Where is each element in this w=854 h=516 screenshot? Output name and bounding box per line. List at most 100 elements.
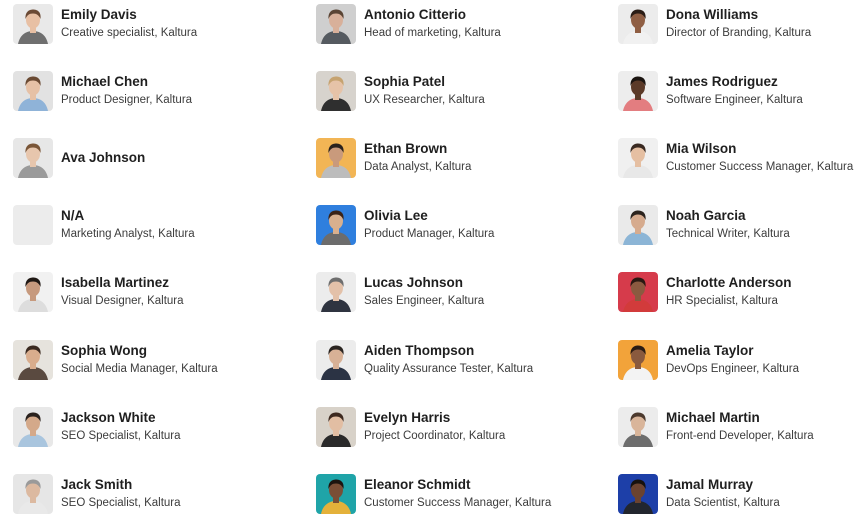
person-role: Visual Designer, Kaltura [61, 295, 184, 307]
avatar [316, 340, 356, 380]
person-card-aiden-thompson[interactable]: Aiden Thompson Quality Assurance Tester, … [316, 338, 533, 382]
avatar [316, 71, 356, 111]
person-text: Isabella Martinez Visual Designer, Kaltur… [61, 274, 184, 310]
avatar [618, 138, 658, 178]
person-name: Noah Garcia [666, 208, 746, 223]
person-card-sophia-patel[interactable]: Sophia Patel UX Researcher, Kaltura [316, 69, 485, 113]
person-card-jackson-white[interactable]: Jackson White SEO Specialist, Kaltura [13, 405, 181, 449]
person-card-charlotte-anderson[interactable]: Charlotte Anderson HR Specialist, Kaltura [618, 270, 792, 314]
person-role: SEO Specialist, Kaltura [61, 497, 181, 509]
person-role: Social Media Manager, Kaltura [61, 363, 218, 375]
person-text: Evelyn Harris Project Coordinator, Kaltur… [364, 409, 505, 445]
person-name: Michael Chen [61, 74, 149, 89]
person-name: Mia Wilson [666, 141, 737, 156]
person-text: Sophia Wong Social Media Manager, Kaltura [61, 342, 218, 378]
avatar [316, 205, 356, 245]
avatar [13, 138, 53, 178]
person-role: DevOps Engineer, Kaltura [666, 363, 799, 375]
person-role: Customer Success Manager, Kaltura [364, 497, 552, 509]
person-card-michael-chen[interactable]: Michael Chen Product Designer, Kaltura [13, 69, 192, 113]
person-role: Marketing Analyst, Kaltura [61, 228, 195, 240]
avatar [13, 474, 53, 514]
person-card-james-rodriguez[interactable]: James Rodriguez Software Engineer, Kaltur… [618, 69, 803, 113]
person-card-na-9[interactable]: N/A Marketing Analyst, Kaltura [13, 203, 195, 247]
avatar [618, 272, 658, 312]
person-name: Dona Williams [666, 7, 759, 22]
person-name: Emily Davis [61, 7, 137, 22]
person-card-jack-smith[interactable]: Jack Smith SEO Specialist, Kaltura [13, 472, 181, 516]
person-role: Head of marketing, Kaltura [364, 27, 501, 39]
person-role: Front-end Developer, Kaltura [666, 430, 814, 442]
person-card-olivia-lee[interactable]: Olivia Lee Product Manager, Kaltura [316, 203, 494, 247]
person-card-ethan-brown[interactable]: Ethan Brown Data Analyst, Kaltura [316, 136, 471, 180]
person-text: Eleanor Schmidt Customer Success Manager,… [364, 476, 551, 512]
avatar [316, 272, 356, 312]
person-name: James Rodriguez [666, 74, 778, 89]
person-text: Michael Chen Product Designer, Kaltura [61, 73, 192, 109]
person-name: Charlotte Anderson [666, 275, 792, 290]
person-card-ava-johnson[interactable]: Ava Johnson [13, 136, 145, 180]
person-name: Jamal Murray [666, 477, 754, 492]
person-card-michael-martin[interactable]: Michael Martin Front-end Developer, Kaltu… [618, 405, 814, 449]
person-role: HR Specialist, Kaltura [666, 295, 778, 307]
person-text: Amelia Taylor DevOps Engineer, Kaltura [666, 342, 799, 378]
person-role: Product Designer, Kaltura [61, 94, 193, 106]
avatar [13, 340, 53, 380]
person-role: Product Manager, Kaltura [364, 228, 495, 240]
person-role: Data Scientist, Kaltura [666, 497, 780, 509]
person-name: Jackson White [61, 410, 156, 425]
person-name: Sophia Wong [61, 343, 147, 358]
person-card-mia-wilson[interactable]: Mia Wilson Customer Success Manager, Kalt… [618, 136, 853, 180]
avatar [13, 71, 53, 111]
person-text: Emily Davis Creative specialist, Kaltura [61, 6, 197, 42]
person-name: Eleanor Schmidt [364, 477, 471, 492]
person-text: Aiden Thompson Quality Assurance Tester, … [364, 342, 533, 378]
person-name: Sophia Patel [364, 74, 446, 89]
person-role: Software Engineer, Kaltura [666, 94, 803, 106]
person-role: Customer Success Manager, Kaltura [666, 161, 854, 173]
person-name: Olivia Lee [364, 208, 428, 223]
person-role: Sales Engineer, Kaltura [364, 295, 485, 307]
person-text: James Rodriguez Software Engineer, Kaltur… [666, 73, 803, 109]
person-name: Aiden Thompson [364, 343, 475, 358]
person-card-noah-garcia[interactable]: Noah Garcia Technical Writer, Kaltura [618, 203, 790, 247]
avatar [13, 272, 53, 312]
person-card-jamal-murray[interactable]: Jamal Murray Data Scientist, Kaltura [618, 472, 780, 516]
person-name: Amelia Taylor [666, 343, 754, 358]
person-text: Noah Garcia Technical Writer, Kaltura [666, 207, 790, 243]
avatar [316, 407, 356, 447]
avatar [618, 407, 658, 447]
person-card-lucas-johnson[interactable]: Lucas Johnson Sales Engineer, Kaltura [316, 270, 484, 314]
person-card-sophia-wong[interactable]: Sophia Wong Social Media Manager, Kaltura [13, 338, 218, 382]
person-card-dona-williams[interactable]: Dona Williams Director of Branding, Kaltu… [618, 2, 811, 46]
person-text: Jack Smith SEO Specialist, Kaltura [61, 476, 181, 512]
avatar [316, 4, 356, 44]
avatar [618, 71, 658, 111]
person-text: Ethan Brown Data Analyst, Kaltura [364, 140, 471, 176]
person-text: Ava Johnson [61, 149, 145, 167]
person-role: UX Researcher, Kaltura [364, 94, 485, 106]
person-role: SEO Specialist, Kaltura [61, 430, 181, 442]
person-card-evelyn-harris[interactable]: Evelyn Harris Project Coordinator, Kaltur… [316, 405, 505, 449]
person-card-eleanor-schmidt[interactable]: Eleanor Schmidt Customer Success Manager,… [316, 472, 551, 516]
person-text: Michael Martin Front-end Developer, Kaltu… [666, 409, 814, 445]
avatar [618, 4, 658, 44]
person-card-amelia-taylor[interactable]: Amelia Taylor DevOps Engineer, Kaltura [618, 338, 799, 382]
person-text: Jackson White SEO Specialist, Kaltura [61, 409, 181, 445]
person-name: Michael Martin [666, 410, 760, 425]
person-name: Isabella Martinez [61, 275, 170, 290]
person-card-emily-davis[interactable]: Emily Davis Creative specialist, Kaltura [13, 2, 197, 46]
person-name: Jack Smith [61, 477, 133, 492]
person-card-isabella-martinez[interactable]: Isabella Martinez Visual Designer, Kaltur… [13, 270, 184, 314]
person-card-antonio-citterio[interactable]: Antonio Citterio Head of marketing, Kaltu… [316, 2, 501, 46]
person-text: Olivia Lee Product Manager, Kaltura [364, 207, 494, 243]
avatar [618, 474, 658, 514]
person-name: Antonio Citterio [364, 7, 466, 22]
avatar [13, 4, 53, 44]
person-role: Director of Branding, Kaltura [666, 27, 812, 39]
person-text: N/A Marketing Analyst, Kaltura [61, 207, 195, 243]
person-text: Jamal Murray Data Scientist, Kaltura [666, 476, 780, 512]
person-text: Mia Wilson Customer Success Manager, Kalt… [666, 140, 853, 176]
person-role: Quality Assurance Tester, Kaltura [364, 363, 534, 375]
avatar [316, 138, 356, 178]
